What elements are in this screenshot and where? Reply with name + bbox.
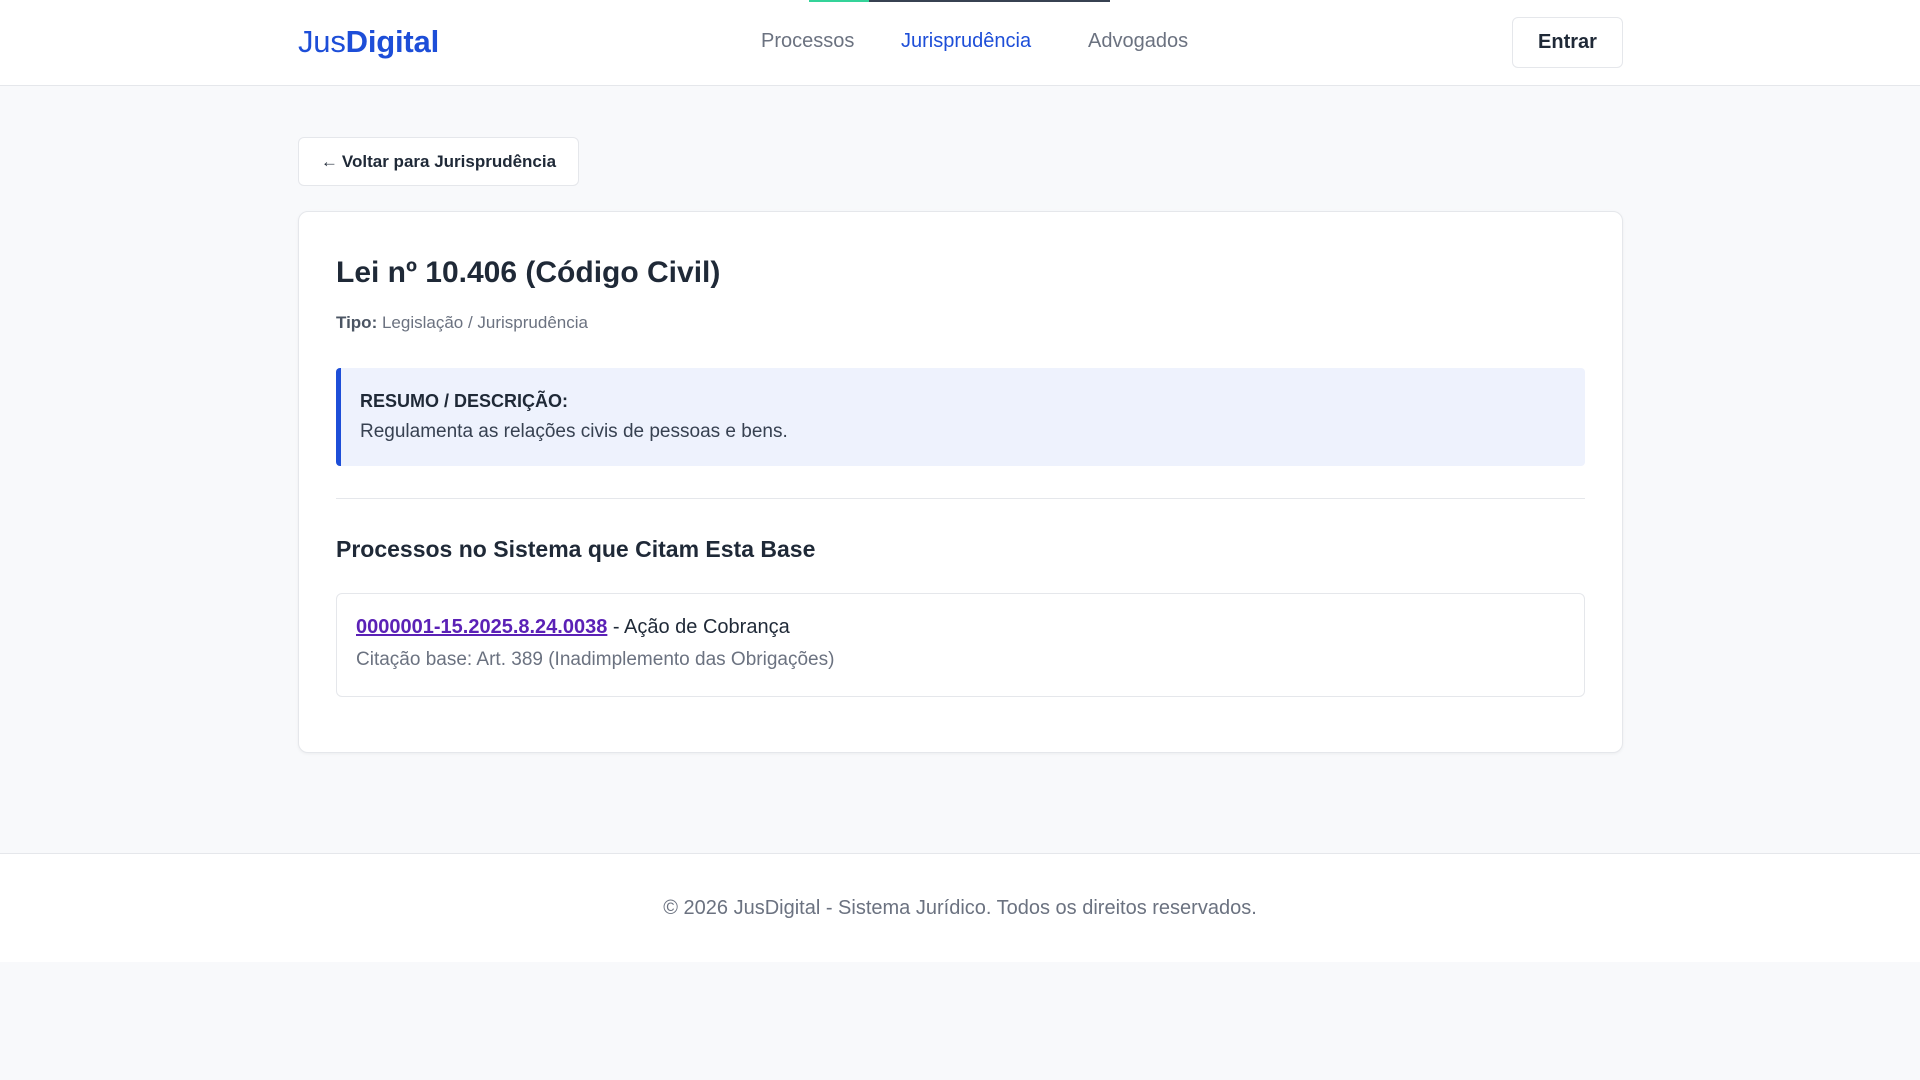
arrow-left-icon: ← [320, 151, 338, 171]
loading-bar-accent [809, 0, 869, 2]
nav-link-jurisprudencia[interactable]: Jurisprudência [901, 30, 1031, 53]
nav-link-processos[interactable]: Processos [761, 30, 854, 53]
login-button[interactable]: Entrar [1512, 17, 1623, 68]
process-name: Ação de Cobrança [624, 616, 790, 638]
citing-processes-heading: Processos no Sistema que Citam Esta Base [336, 536, 816, 562]
process-title-line: 0000001-15.2025.8.24.0038 - Ação de Cobr… [356, 616, 790, 639]
process-number-link[interactable]: 0000001-15.2025.8.24.0038 [356, 616, 607, 638]
process-citation: Citação base: Art. 389 (Inadimplemento d… [356, 649, 835, 670]
type-value: Legislação / Jurisprudência [381, 313, 588, 332]
page-loading-bar [809, 0, 1110, 2]
top-navbar: JusDigital Processos Jurisprudência Advo… [0, 0, 1920, 86]
summary-box: RESUMO / DESCRIÇÃO: Regulamenta as relaç… [336, 368, 1585, 466]
footer-copyright: © 2026 JusDigital - Sistema Jurídico. To… [663, 897, 1257, 919]
type-label: Tipo: [336, 313, 378, 332]
type-line: Tipo: Legislação / Jurisprudência [336, 313, 588, 333]
back-to-jurisprudence-button[interactable]: ← Voltar para Jurisprudência [298, 137, 579, 186]
law-detail-card: Lei nº 10.406 (Código Civil) Tipo: Legis… [298, 211, 1623, 753]
back-button-label: Voltar para Jurisprudência [341, 151, 557, 171]
process-list-item: 0000001-15.2025.8.24.0038 - Ação de Cobr… [336, 593, 1585, 697]
process-separator: - [607, 616, 625, 638]
main-nav: Processos Jurisprudência Advogados [0, 30, 1920, 60]
page-footer: © 2026 JusDigital - Sistema Jurídico. To… [0, 853, 1920, 962]
summary-text: Regulamenta as relações civis de pessoas… [360, 421, 788, 442]
nav-link-advogados[interactable]: Advogados [1088, 30, 1188, 53]
summary-label: RESUMO / DESCRIÇÃO: [360, 391, 569, 411]
section-divider [336, 498, 1585, 499]
page-title: Lei nº 10.406 (Código Civil) [336, 256, 721, 289]
